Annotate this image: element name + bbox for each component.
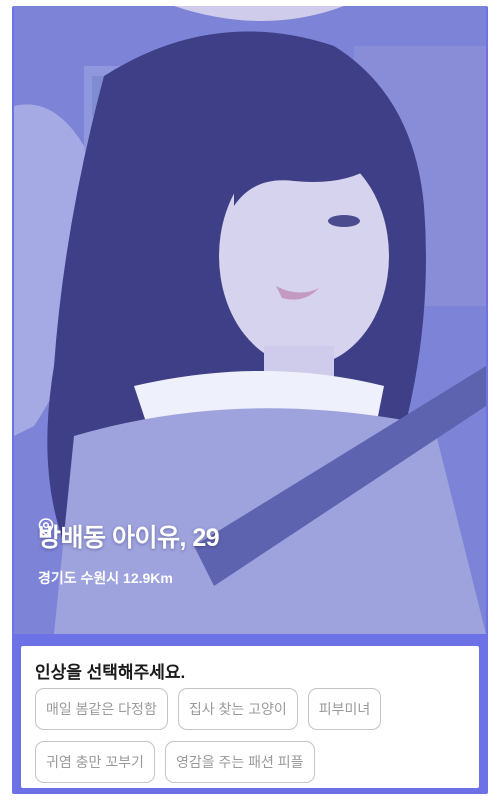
impression-option[interactable]: 매일 봄같은 다정함 (35, 688, 168, 730)
impression-prompt: 인상을 선택해주세요. (35, 663, 186, 682)
profile-card[interactable]: 방배동 아이유, 29 경기도 수원시 12.9Km 인상을 선택해주세요. 매… (12, 6, 488, 794)
impression-option[interactable]: 귀염 충만 꼬부기 (35, 741, 155, 783)
location-pin-icon (38, 518, 54, 536)
screen: 방배동 아이유, 29 경기도 수원시 12.9Km 인상을 선택해주세요. 매… (0, 0, 502, 800)
profile-info: 방배동 아이유, 29 경기도 수원시 12.9Km (38, 518, 220, 588)
impression-options: 매일 봄같은 다정함 집사 찾는 고양이 피부미녀 귀염 충만 꼬부기 영감을 … (35, 688, 475, 783)
impression-option[interactable]: 피부미녀 (307, 688, 382, 730)
profile-location: 경기도 수원시 12.9Km (38, 518, 219, 588)
impression-option[interactable]: 영감을 주는 패션 피플 (164, 741, 315, 783)
impression-option[interactable]: 집사 찾는 고양이 (177, 688, 298, 730)
location-text: 경기도 수원시 12.9Km (38, 570, 173, 586)
profile-photo[interactable]: 방배동 아이유, 29 경기도 수원시 12.9Km (14, 6, 486, 634)
profile-name-age: 방배동 아이유, 29 (38, 524, 220, 552)
impression-panel: 인상을 선택해주세요. 매일 봄같은 다정함 집사 찾는 고양이 피부미녀 귀염… (21, 646, 479, 788)
